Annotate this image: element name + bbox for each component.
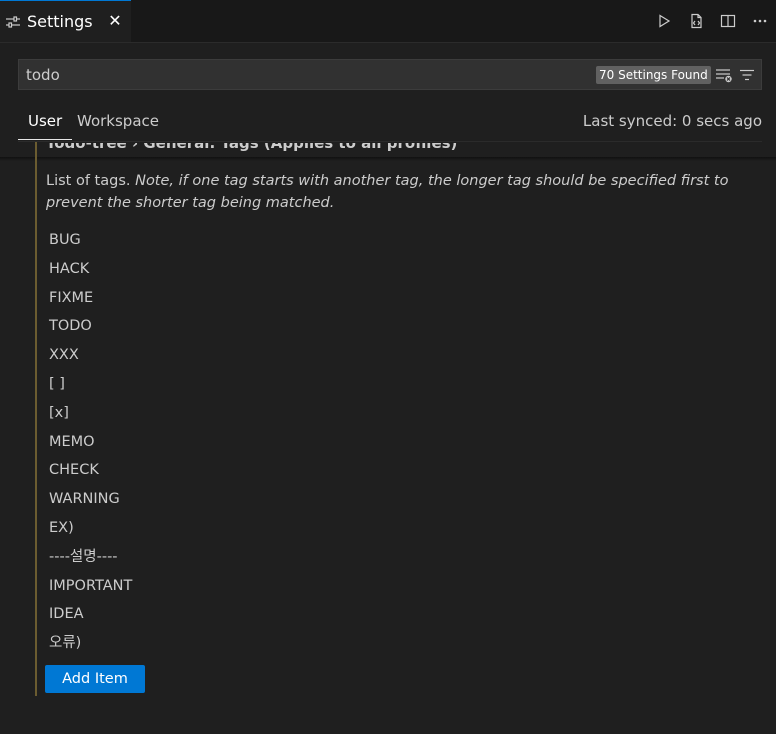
list-item[interactable]: EX): [46, 514, 446, 543]
split-editor-icon[interactable]: [712, 5, 744, 37]
list-item[interactable]: IMPORTANT: [46, 572, 446, 601]
list-item[interactable]: TODO: [46, 312, 446, 341]
more-actions-icon[interactable]: [744, 5, 776, 37]
settings-scope-tabs: User Workspace Last synced: 0 secs ago: [18, 108, 762, 142]
tab-user-label: User: [28, 112, 63, 130]
description-italic: Note, if one tag starts with another tag…: [46, 173, 729, 211]
tab-title: Settings: [27, 12, 93, 31]
scroll-shadow: [0, 157, 776, 161]
setting-title: Todo-tree › General: Tags (Applies to al…: [46, 143, 546, 157]
list-item[interactable]: [x]: [46, 399, 446, 428]
settings-search-box: 70 Settings Found: [18, 59, 762, 90]
settings-search-input[interactable]: [26, 64, 586, 86]
list-item[interactable]: IDEA: [46, 600, 446, 629]
editor-actions: [648, 0, 776, 42]
run-icon[interactable]: [648, 5, 680, 37]
list-item[interactable]: MEMO: [46, 428, 446, 457]
setting-title-text: Todo-tree › General: Tags (Applies to al…: [46, 143, 458, 152]
close-tab-icon[interactable]: ✕: [106, 11, 124, 30]
tab-workspace[interactable]: Workspace: [77, 112, 159, 130]
list-item[interactable]: HACK: [46, 255, 446, 284]
list-item[interactable]: ----설명----: [46, 543, 446, 572]
filter-icon[interactable]: [739, 67, 755, 83]
list-item[interactable]: XXX: [46, 341, 446, 370]
tag-list: BUG HACK FIXME TODO XXX [ ] [x] MEMO CHE…: [46, 226, 446, 658]
tab-user[interactable]: User: [18, 112, 72, 140]
last-synced-status: Last synced: 0 secs ago: [582, 112, 762, 130]
description-plain: List of tags.: [46, 173, 136, 189]
list-item[interactable]: WARNING: [46, 485, 446, 514]
settings-sliders-icon: [5, 14, 21, 30]
list-item[interactable]: 오류): [46, 629, 446, 658]
add-item-button[interactable]: Add Item: [45, 665, 145, 693]
active-tab-underline: [18, 139, 72, 140]
list-item[interactable]: BUG: [46, 226, 446, 255]
clear-search-icon[interactable]: [715, 67, 733, 83]
modified-indicator: [35, 142, 37, 696]
setting-description: List of tags. Note, if one tag starts wi…: [46, 170, 746, 214]
list-item[interactable]: CHECK: [46, 456, 446, 485]
settings-count-badge: 70 Settings Found: [596, 66, 711, 84]
open-settings-json-icon[interactable]: [680, 5, 712, 37]
list-item[interactable]: FIXME: [46, 284, 446, 313]
editor-tab-bar: Settings ✕: [0, 0, 776, 43]
list-item[interactable]: [ ]: [46, 370, 446, 399]
settings-tab[interactable]: Settings ✕: [0, 0, 131, 42]
